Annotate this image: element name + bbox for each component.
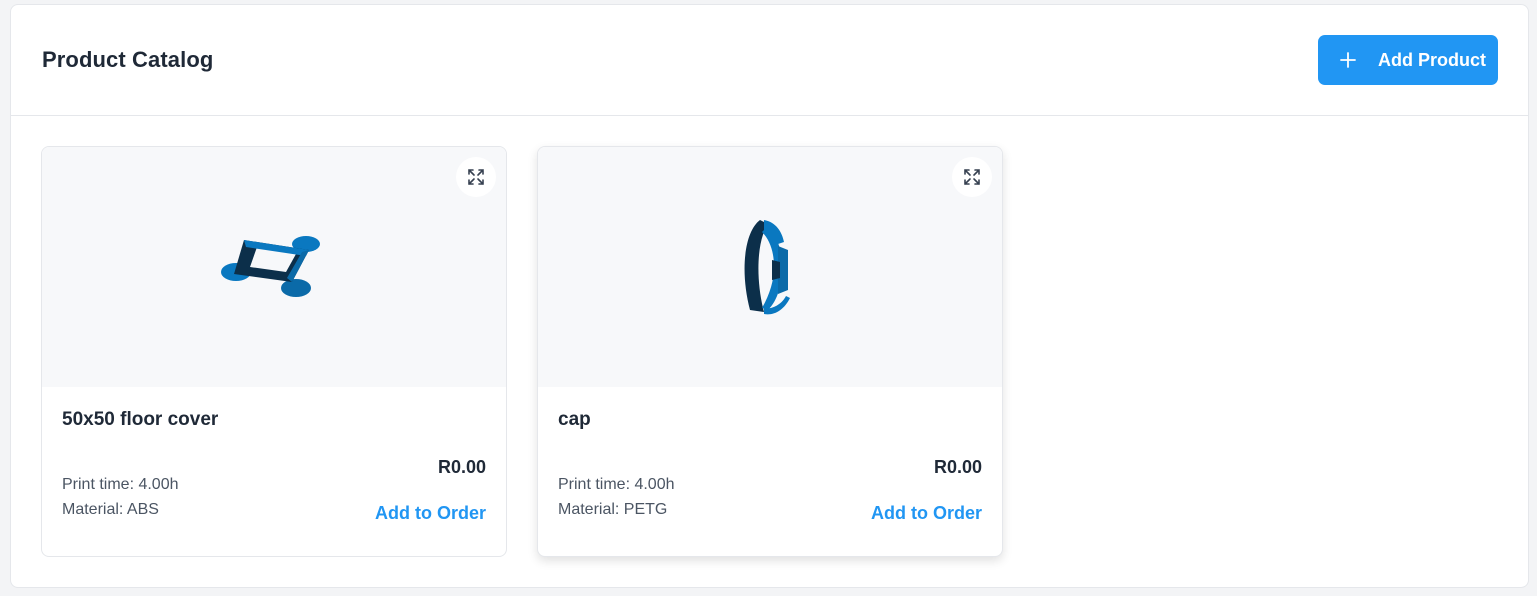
product-price: R0.00 xyxy=(933,457,982,477)
product-grid: 50x50 floor cover Print time: 4.00h Mate… xyxy=(41,146,1003,557)
add-product-label: Add Product xyxy=(1378,49,1486,70)
expand-button[interactable] xyxy=(456,157,496,197)
add-product-button[interactable]: Add Product xyxy=(1318,35,1498,85)
product-image[interactable] xyxy=(42,147,506,387)
floor-cover-3d-model xyxy=(221,236,320,297)
add-to-order-link[interactable]: Add to Order xyxy=(871,503,982,524)
product-meta: Print time: 4.00h Material: PETG xyxy=(558,472,675,522)
print-time: Print time: 4.00h xyxy=(558,476,675,493)
page-title: Product Catalog xyxy=(42,47,214,72)
expand-icon xyxy=(964,169,980,185)
catalog-header: Product Catalog Add Product xyxy=(11,5,1528,116)
product-card: 50x50 floor cover Print time: 4.00h Mate… xyxy=(41,146,507,557)
material: Material: ABS xyxy=(62,501,159,518)
product-card: cap Print time: 4.00h Material: PETG R0.… xyxy=(537,146,1003,557)
product-price: R0.00 xyxy=(437,457,486,477)
product-image[interactable] xyxy=(538,147,1002,387)
add-to-order-link[interactable]: Add to Order xyxy=(375,503,486,524)
cap-3d-model xyxy=(744,220,790,315)
plus-icon xyxy=(1340,52,1356,68)
print-time: Print time: 4.00h xyxy=(62,476,179,493)
product-name: cap xyxy=(558,409,591,430)
expand-button[interactable] xyxy=(952,157,992,197)
product-name: 50x50 floor cover xyxy=(62,409,219,430)
catalog-panel: Product Catalog Add Product 50x50 floor … xyxy=(10,4,1529,588)
product-meta: Print time: 4.00h Material: ABS xyxy=(62,472,179,522)
product-info: cap Print time: 4.00h Material: PETG R0.… xyxy=(538,387,1002,556)
product-info: 50x50 floor cover Print time: 4.00h Mate… xyxy=(42,387,506,556)
expand-icon xyxy=(468,169,484,185)
material: Material: PETG xyxy=(558,501,668,518)
